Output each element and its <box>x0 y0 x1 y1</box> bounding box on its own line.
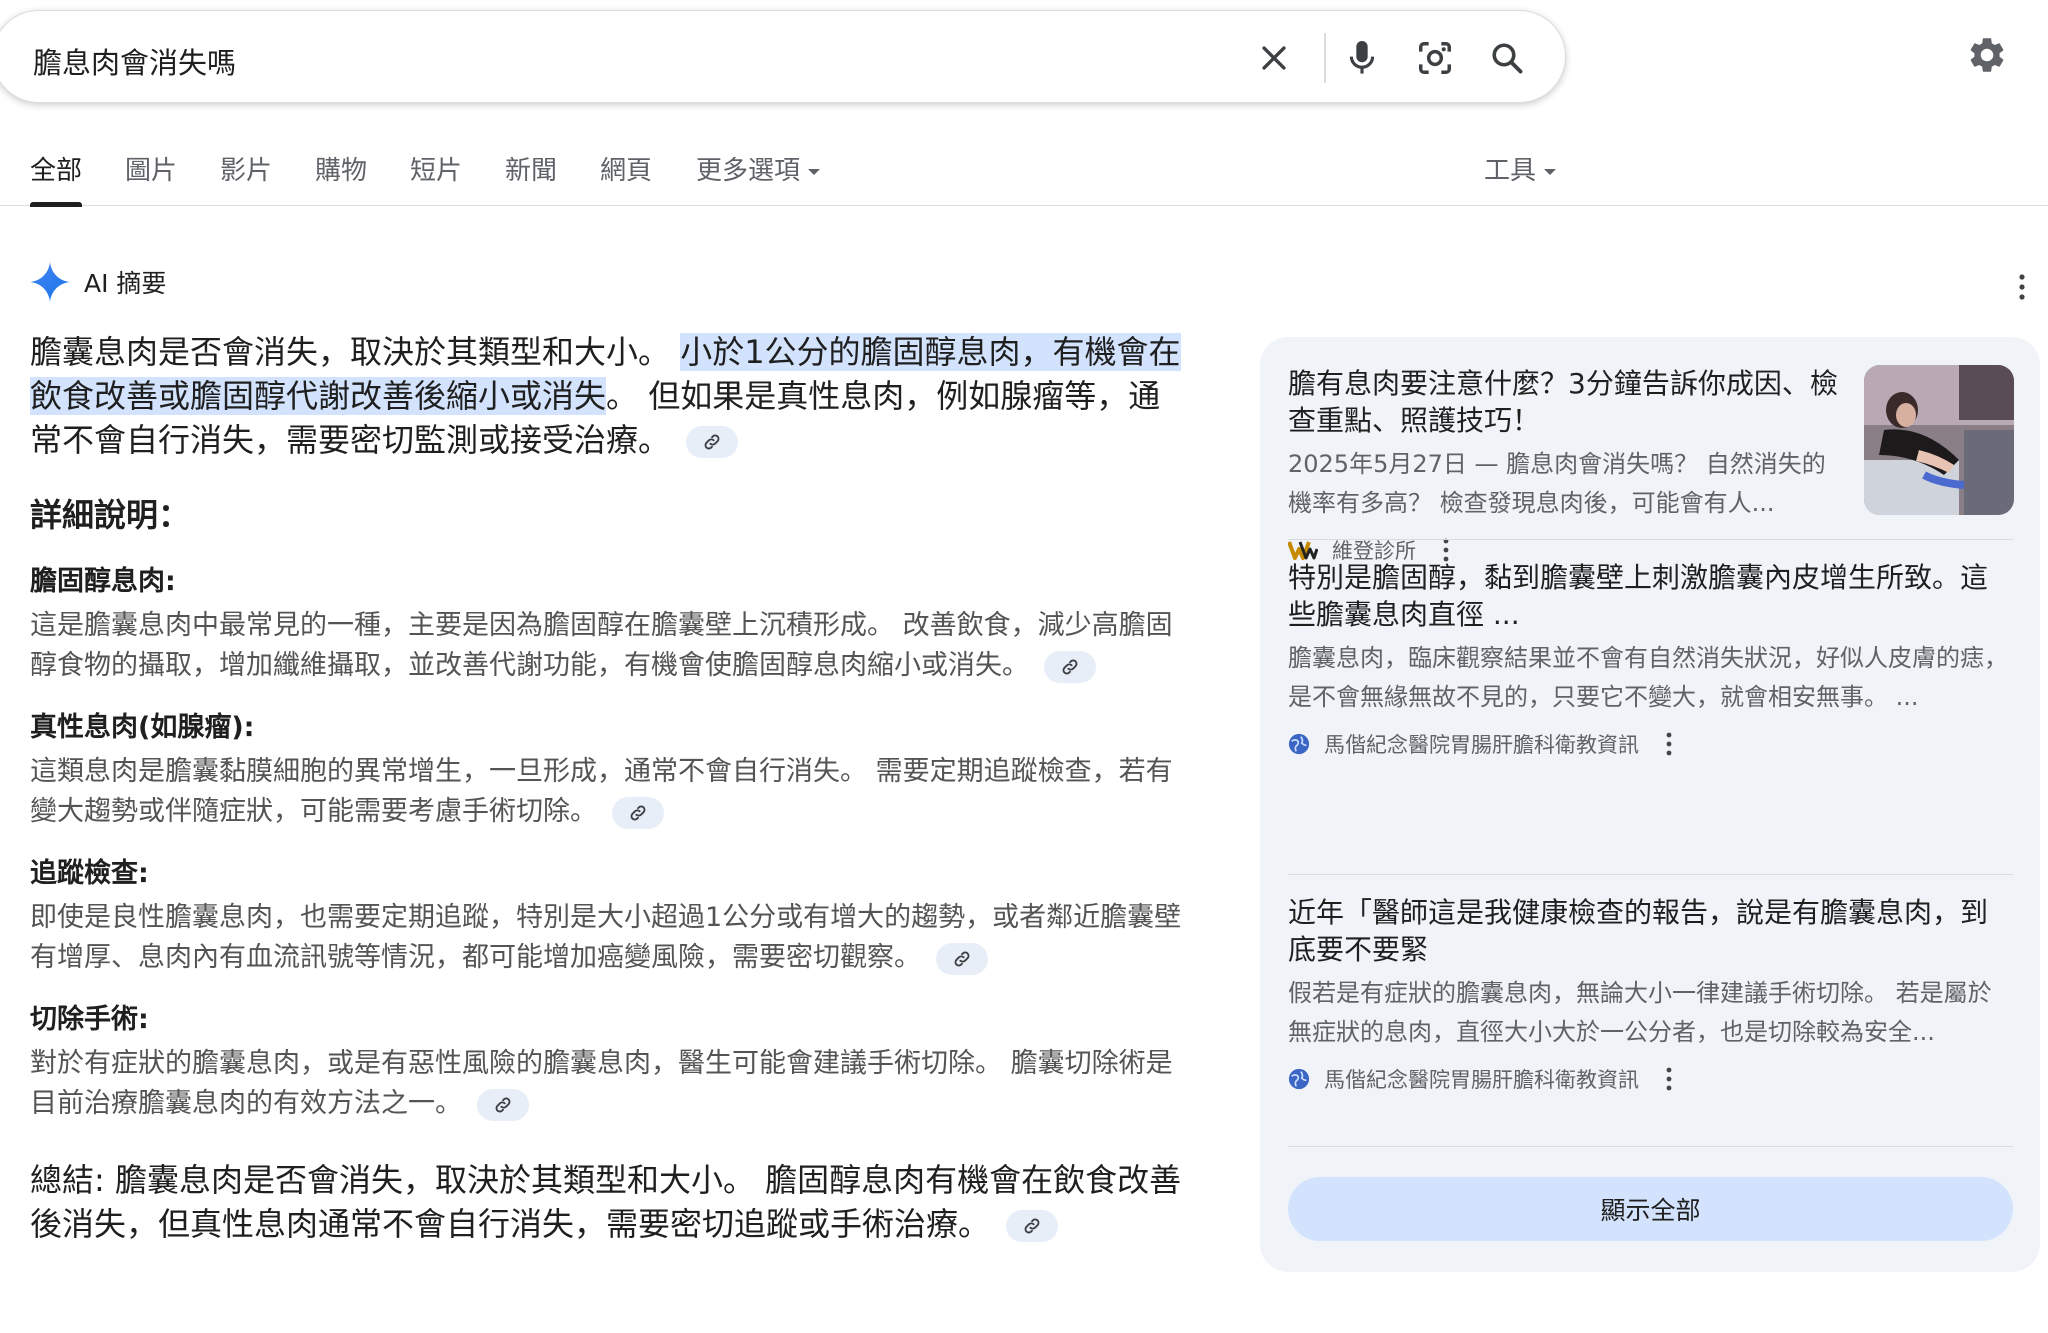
section-body: 這類息肉是膽囊黏膜細胞的異常增生，一旦形成，通常不會自行消失。 需要定期追蹤檢查… <box>30 752 1190 832</box>
source-link-chip[interactable] <box>611 796 664 829</box>
globe-icon <box>1288 1068 1310 1090</box>
source-link-chip[interactable] <box>476 1088 529 1121</box>
section-text: 這是膽囊息肉中最常見的一種，主要是因為膽固醇在膽囊壁上沉積形成。 改善飲食，減少… <box>30 610 1173 681</box>
caret-down-icon <box>1544 168 1557 175</box>
camera-lens-icon[interactable] <box>1412 35 1458 81</box>
tab-web[interactable]: 網頁 <box>600 150 652 206</box>
search-bar[interactable]: 膽息肉會消失嗎 <box>0 10 1566 103</box>
search-tabs: 全部 圖片 影片 購物 短片 新聞 網頁 更多選項 工具 <box>0 140 2048 207</box>
mic-icon[interactable] <box>1339 35 1385 81</box>
divider <box>1288 1146 2013 1147</box>
ai-overview-title: AI 摘要 <box>84 269 167 298</box>
source-link-chip[interactable] <box>1043 650 1096 683</box>
show-all-button[interactable]: 顯示全部 <box>1288 1177 2013 1241</box>
divider <box>1288 539 2013 540</box>
section-surgery: 切除手術: 對於有症狀的膽囊息肉，或是有惡性風險的膽囊息肉，醫生可能會建議手術切… <box>30 1000 1190 1124</box>
source-card[interactable]: 近年「醫師這是我健康檢查的報告，說是有膽囊息肉，到底要不要緊 假若是有症狀的膽囊… <box>1288 894 2013 1094</box>
source-link-chip[interactable] <box>935 942 988 975</box>
section-title: 真性息肉(如腺瘤): <box>30 712 255 743</box>
more-vert-icon[interactable] <box>1665 731 1673 757</box>
tab-videos[interactable]: 影片 <box>220 150 272 206</box>
tab-shorts[interactable]: 短片 <box>410 150 462 206</box>
gear-icon[interactable] <box>1964 32 2010 78</box>
source-title[interactable]: 近年「醫師這是我健康檢查的報告，說是有膽囊息肉，到底要不要緊 <box>1288 894 2013 968</box>
section-body: 這是膽囊息肉中最常見的一種，主要是因為膽固醇在膽囊壁上沉積形成。 改善飲食，減少… <box>30 606 1190 686</box>
source-link-chip[interactable] <box>686 426 739 458</box>
section-body: 對於有症狀的膽囊息肉，或是有惡性風險的膽囊息肉，醫生可能會建議手術切除。 膽囊切… <box>30 1044 1190 1124</box>
search-input[interactable]: 膽息肉會消失嗎 <box>33 40 236 82</box>
link-icon <box>954 951 970 966</box>
section-title: 切除手術: <box>30 1004 149 1035</box>
intro-text: 膽囊息肉是否會消失，取決於其類型和大小。 <box>30 333 681 371</box>
details-heading: 詳細說明： <box>30 496 191 534</box>
more-vert-icon[interactable] <box>2012 272 2032 302</box>
caret-down-icon <box>808 168 821 175</box>
section-true-polyp: 真性息肉(如腺瘤): 這類息肉是膽囊黏膜細胞的異常增生，一旦形成，通常不會自行消… <box>30 708 1190 832</box>
ai-overview-summary: 總結: 膽囊息肉是否會消失，取決於其類型和大小。 膽固醇息肉有機會在飲食改善後消… <box>30 1158 1190 1246</box>
divider <box>1288 874 2013 875</box>
ai-overview-intro: 膽囊息肉是否會消失，取決於其類型和大小。 小於1公分的膽固醇息肉，有機會在飲食改… <box>30 330 1190 462</box>
tools-button[interactable]: 工具 <box>1484 150 1557 206</box>
ai-overview-header: AI 摘要 <box>30 262 166 302</box>
tab-images[interactable]: 圖片 <box>125 150 177 206</box>
more-vert-icon[interactable] <box>1665 1066 1673 1092</box>
section-text: 即使是良性膽囊息肉，也需要定期追蹤，特別是大小超過1公分或有增大的趨勢，或者鄰近… <box>30 902 1182 973</box>
source-snippet: 假若是有症狀的膽囊息肉，無論大小一律建議手術切除。 若是屬於無症狀的息肉，直徑大… <box>1288 979 1992 1046</box>
site-logo-icon <box>1288 541 1318 560</box>
section-title: 膽固醇息肉: <box>30 566 176 597</box>
source-name: 馬偕紀念醫院胃腸肝膽科衛教資訊 <box>1324 1068 1639 1092</box>
source-attribution: 馬偕紀念醫院胃腸肝膽科衛教資訊 <box>1288 1064 2013 1094</box>
link-icon <box>704 434 720 450</box>
link-icon <box>1024 1218 1040 1234</box>
source-thumbnail[interactable] <box>1864 365 2014 515</box>
tab-shopping[interactable]: 購物 <box>315 150 367 206</box>
search-icon[interactable] <box>1484 35 1530 81</box>
source-snippet: 膽囊息肉，臨床觀察結果並不會有自然消失狀況，好似人皮膚的痣，是不會無緣無故不見的… <box>1288 644 2008 711</box>
tools-label: 工具 <box>1484 156 1537 186</box>
tab-news[interactable]: 新聞 <box>505 150 557 206</box>
tab-more-options[interactable]: 更多選項 <box>696 150 821 206</box>
link-icon <box>495 1097 511 1112</box>
sparkle-icon <box>30 262 70 302</box>
sources-panel: 膽有息肉要注意什麼？3分鐘告訴你成因、檢查重點、照護技巧！ 2025年5月27日… <box>1260 337 2040 1272</box>
section-cholesterol-polyp: 膽固醇息肉: 這是膽囊息肉中最常見的一種，主要是因為膽固醇在膽囊壁上沉積形成。 … <box>30 562 1190 686</box>
section-text: 對於有症狀的膽囊息肉，或是有惡性風險的膽囊息肉，醫生可能會建議手術切除。 膽囊切… <box>30 1048 1173 1119</box>
section-title: 追蹤檢查: <box>30 858 149 889</box>
source-snippet: 2025年5月27日 — 膽息肉會消失嗎？ 自然消失的機率有多高？ 檢查發現息肉… <box>1288 450 1826 517</box>
search-divider <box>1324 33 1326 83</box>
source-title[interactable]: 特別是膽固醇，黏到膽囊壁上刺激膽囊內皮增生所致。這些膽囊息肉直徑 ... <box>1288 559 2013 633</box>
tab-more-label: 更多選項 <box>696 156 801 186</box>
source-name: 馬偕紀念醫院胃腸肝膽科衛教資訊 <box>1324 733 1639 757</box>
globe-icon <box>1288 733 1310 755</box>
section-text: 這類息肉是膽囊黏膜細胞的異常增生，一旦形成，通常不會自行消失。 需要定期追蹤檢查… <box>30 756 1173 827</box>
ai-overview-content: 膽囊息肉是否會消失，取決於其類型和大小。 小於1公分的膽固醇息肉，有機會在飲食改… <box>30 330 1190 1246</box>
tab-all[interactable]: 全部 <box>30 150 83 207</box>
section-body: 即使是良性膽囊息肉，也需要定期追蹤，特別是大小超過1公分或有增大的趨勢，或者鄰近… <box>30 898 1190 978</box>
source-title[interactable]: 膽有息肉要注意什麼？3分鐘告訴你成因、檢查重點、照護技巧！ <box>1288 365 1848 439</box>
link-icon <box>630 805 646 820</box>
close-icon[interactable] <box>1251 35 1297 81</box>
source-attribution: 馬偕紀念醫院胃腸肝膽科衛教資訊 <box>1288 729 2013 759</box>
source-link-chip[interactable] <box>1006 1210 1059 1242</box>
link-icon <box>1062 659 1078 674</box>
section-follow-up: 追蹤檢查: 即使是良性膽囊息肉，也需要定期追蹤，特別是大小超過1公分或有增大的趨… <box>30 854 1190 978</box>
source-card[interactable]: 特別是膽固醇，黏到膽囊壁上刺激膽囊內皮增生所致。這些膽囊息肉直徑 ... 膽囊息… <box>1288 559 2013 759</box>
